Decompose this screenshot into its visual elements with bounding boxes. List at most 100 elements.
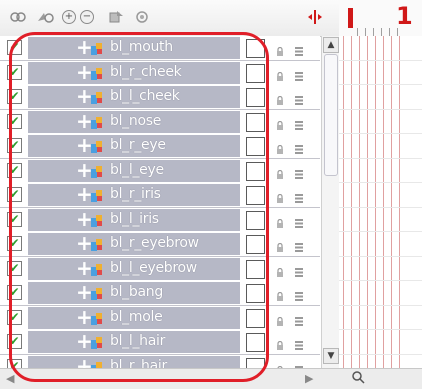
playhead-icon[interactable] bbox=[306, 8, 324, 26]
lock-icon[interactable] bbox=[276, 287, 284, 301]
lock-icon[interactable] bbox=[276, 361, 284, 368]
visibility-checkbox[interactable]: ✔ bbox=[7, 285, 22, 300]
layer-row[interactable]: ✔ + bl_r_eye bbox=[0, 133, 320, 159]
visibility-checkbox[interactable]: ✔ bbox=[7, 113, 22, 129]
layer-name-cell[interactable]: + bl_l_iris bbox=[28, 207, 240, 231]
visibility-checkbox[interactable]: ✔ bbox=[7, 260, 22, 276]
layer-color-swatch[interactable] bbox=[246, 259, 265, 279]
layer-row[interactable]: ✔ + bl_mouth bbox=[0, 36, 320, 61]
visibility-checkbox[interactable]: ✔ bbox=[7, 64, 22, 80]
layer-color-swatch[interactable] bbox=[246, 284, 265, 303]
layer-color-swatch[interactable] bbox=[246, 333, 265, 352]
lock-icon[interactable] bbox=[276, 140, 284, 154]
timeline-row-divider bbox=[339, 84, 422, 85]
layer-name-cell[interactable]: + bl_r_cheek bbox=[28, 60, 240, 84]
visibility-checkbox[interactable]: ✔ bbox=[7, 40, 22, 55]
layer-color-swatch[interactable] bbox=[246, 210, 265, 230]
layer-row[interactable]: ✔ + bl_r_cheek bbox=[0, 60, 320, 86]
ungroup-layers-icon[interactable] bbox=[36, 8, 54, 26]
lock-icon[interactable] bbox=[276, 263, 284, 277]
layer-name-cell[interactable]: + bl_nose bbox=[28, 109, 240, 133]
layer-row[interactable]: ✔ + bl_mole bbox=[0, 305, 320, 331]
layer-display-icon[interactable] bbox=[294, 165, 304, 179]
layer-row[interactable]: ✔ + bl_r_eyebrow bbox=[0, 231, 320, 257]
visibility-checkbox[interactable]: ✔ bbox=[7, 162, 22, 178]
layer-row[interactable]: ✔ + bl_r_iris bbox=[0, 182, 320, 208]
visibility-checkbox[interactable]: ✔ bbox=[7, 309, 22, 325]
layer-display-icon[interactable] bbox=[294, 336, 304, 350]
visibility-checkbox[interactable]: ✔ bbox=[7, 187, 22, 202]
lock-icon[interactable] bbox=[276, 214, 284, 228]
zoom-icon[interactable] bbox=[351, 370, 365, 388]
layer-name-cell[interactable]: + bl_l_cheek bbox=[28, 84, 240, 108]
layer-display-icon[interactable] bbox=[294, 67, 304, 81]
layer-name-cell[interactable]: + bl_l_eye bbox=[28, 158, 240, 182]
layer-name-cell[interactable]: + bl_r_eye bbox=[28, 133, 240, 157]
group-layers-icon[interactable] bbox=[10, 8, 26, 26]
layer-display-icon[interactable] bbox=[294, 263, 304, 277]
layer-display-icon[interactable] bbox=[294, 287, 304, 301]
layer-name-cell[interactable]: + bl_l_hair bbox=[28, 329, 240, 353]
layer-color-swatch[interactable] bbox=[246, 308, 265, 328]
layer-name-cell[interactable]: + bl_r_eyebrow bbox=[28, 231, 240, 255]
visibility-checkbox[interactable]: ✔ bbox=[7, 358, 22, 368]
layer-name-cell[interactable]: + bl_r_iris bbox=[28, 182, 240, 206]
scroll-up-icon[interactable]: ▲ bbox=[323, 37, 339, 53]
layer-color-swatch[interactable] bbox=[246, 161, 265, 181]
visibility-checkbox[interactable]: ✔ bbox=[7, 138, 22, 153]
layer-name-cell[interactable]: + bl_l_eyebrow bbox=[28, 256, 240, 280]
layer-list-scrollbar[interactable]: ▲ ▼ bbox=[321, 36, 339, 368]
lock-icon[interactable] bbox=[276, 67, 284, 81]
layer-row[interactable]: ✔ + bl_l_hair bbox=[0, 329, 320, 355]
layer-row[interactable]: ✔ + bl_r_hair bbox=[0, 354, 320, 369]
scroll-right-icon[interactable]: ▶ bbox=[305, 372, 313, 385]
layer-color-swatch[interactable] bbox=[246, 235, 265, 254]
layer-name-cell[interactable]: + bl_mole bbox=[28, 305, 240, 329]
layer-display-icon[interactable] bbox=[294, 189, 304, 203]
lock-icon[interactable] bbox=[276, 312, 284, 326]
visibility-checkbox[interactable]: ✔ bbox=[7, 211, 22, 227]
layer-name-cell[interactable]: + bl_mouth bbox=[28, 36, 240, 59]
layer-color-swatch[interactable] bbox=[246, 63, 265, 83]
layer-display-icon[interactable] bbox=[294, 140, 304, 154]
scroll-left-icon[interactable]: ◀ bbox=[6, 372, 14, 385]
layer-row[interactable]: ✔ + bl_bang bbox=[0, 280, 320, 306]
visibility-checkbox[interactable]: ✔ bbox=[7, 236, 22, 251]
timeline-grid[interactable] bbox=[339, 36, 422, 368]
lock-icon[interactable] bbox=[276, 116, 284, 130]
add-layer-icon[interactable]: + bbox=[62, 8, 76, 26]
layer-color-swatch[interactable] bbox=[246, 137, 265, 156]
layer-display-icon[interactable] bbox=[294, 91, 304, 105]
layer-color-swatch[interactable] bbox=[246, 88, 265, 107]
layer-row[interactable]: ✔ + bl_l_eye bbox=[0, 158, 320, 184]
add-peg-icon[interactable] bbox=[108, 8, 124, 26]
lock-icon[interactable] bbox=[276, 165, 284, 179]
layer-display-icon[interactable] bbox=[294, 312, 304, 326]
lock-icon[interactable] bbox=[276, 336, 284, 350]
lock-icon[interactable] bbox=[276, 91, 284, 105]
visibility-checkbox[interactable]: ✔ bbox=[7, 89, 22, 104]
lock-icon[interactable] bbox=[276, 42, 284, 56]
layer-color-swatch[interactable] bbox=[246, 357, 265, 368]
layer-color-swatch[interactable] bbox=[246, 186, 265, 205]
delete-layer-icon[interactable]: − bbox=[80, 8, 94, 26]
layer-row[interactable]: ✔ + bl_l_iris bbox=[0, 207, 320, 233]
visibility-checkbox[interactable]: ✔ bbox=[7, 334, 22, 349]
layer-row[interactable]: ✔ + bl_l_eyebrow bbox=[0, 256, 320, 282]
layer-row[interactable]: ✔ + bl_nose bbox=[0, 109, 320, 135]
layer-color-swatch[interactable] bbox=[246, 112, 265, 132]
layer-display-icon[interactable] bbox=[294, 214, 304, 228]
lock-icon[interactable] bbox=[276, 189, 284, 203]
layer-display-icon[interactable] bbox=[294, 361, 304, 369]
layer-color-swatch[interactable] bbox=[246, 39, 265, 58]
scroll-down-icon[interactable]: ▼ bbox=[323, 348, 339, 364]
scrollbar-thumb[interactable] bbox=[324, 54, 338, 176]
layer-name-cell[interactable]: + bl_bang bbox=[28, 280, 240, 304]
lock-icon[interactable] bbox=[276, 238, 284, 252]
layer-display-icon[interactable] bbox=[294, 42, 304, 56]
layer-name-cell[interactable]: + bl_r_hair bbox=[28, 354, 240, 368]
layer-display-icon[interactable] bbox=[294, 116, 304, 130]
layer-display-icon[interactable] bbox=[294, 238, 304, 252]
parent-peg-icon[interactable] bbox=[134, 8, 150, 26]
layer-row[interactable]: ✔ + bl_l_cheek bbox=[0, 84, 320, 110]
